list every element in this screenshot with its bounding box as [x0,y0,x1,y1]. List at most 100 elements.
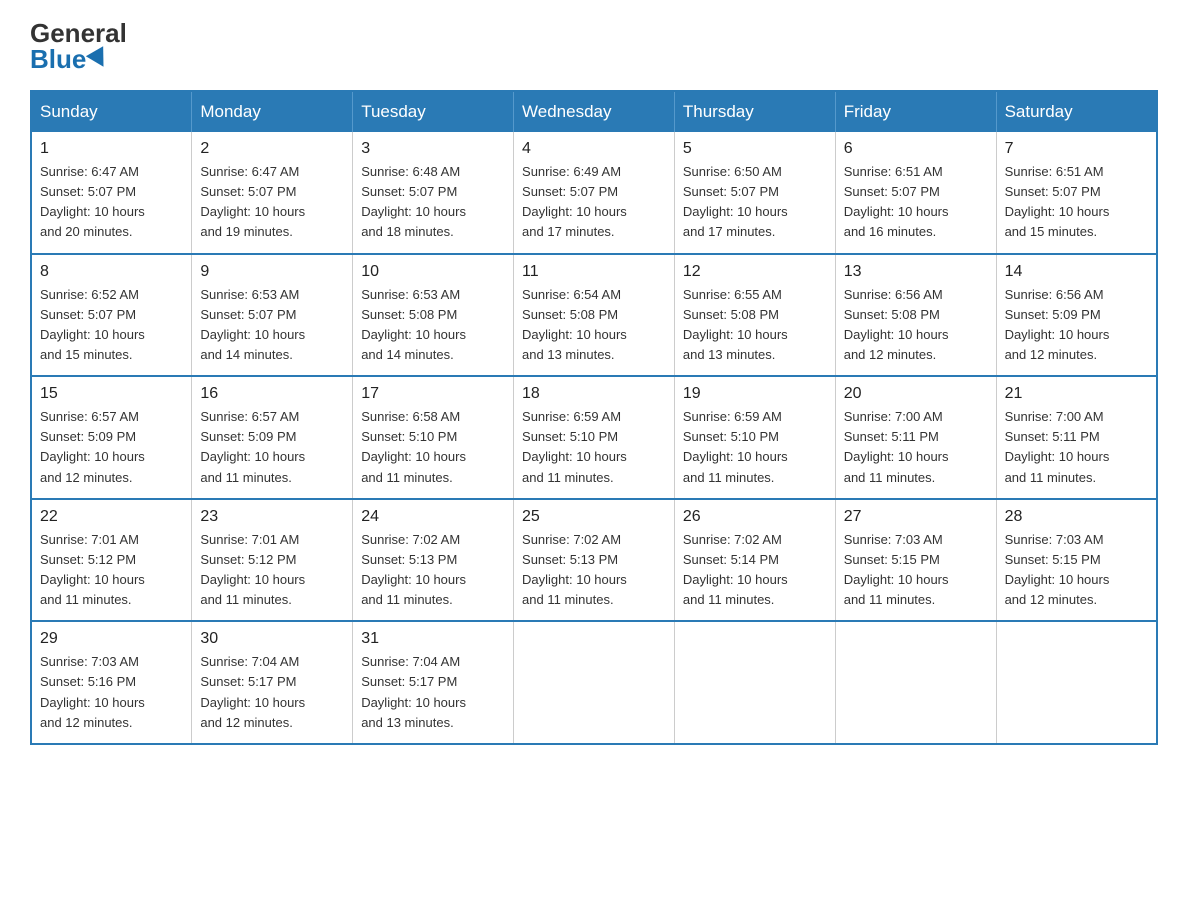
day-number: 31 [361,630,505,648]
page-header: General Blue [30,20,1158,72]
day-number: 20 [844,385,988,403]
calendar-cell: 20 Sunrise: 7:00 AMSunset: 5:11 PMDayligh… [835,376,996,499]
day-info: Sunrise: 7:00 AMSunset: 5:11 PMDaylight:… [844,407,988,488]
calendar-header-row: SundayMondayTuesdayWednesdayThursdayFrid… [31,91,1157,132]
calendar-cell: 11 Sunrise: 6:54 AMSunset: 5:08 PMDayligh… [514,254,675,377]
header-wednesday: Wednesday [514,91,675,132]
calendar-cell: 7Sunrise: 6:51 AMSunset: 5:07 PMDaylight… [996,132,1157,254]
calendar-cell: 22 Sunrise: 7:01 AMSunset: 5:12 PMDayligh… [31,499,192,622]
calendar-cell: 24 Sunrise: 7:02 AMSunset: 5:13 PMDayligh… [353,499,514,622]
day-number: 12 [683,263,827,281]
day-info: Sunrise: 7:04 AMSunset: 5:17 PMDaylight:… [200,652,344,733]
calendar-cell: 23 Sunrise: 7:01 AMSunset: 5:12 PMDayligh… [192,499,353,622]
calendar-cell: 2 Sunrise: 6:47 AMSunset: 5:07 PMDaylight… [192,132,353,254]
day-info: Sunrise: 6:54 AMSunset: 5:08 PMDaylight:… [522,285,666,366]
calendar-cell [996,621,1157,744]
day-info: Sunrise: 6:56 AMSunset: 5:08 PMDaylight:… [844,285,988,366]
day-info: Sunrise: 7:03 AMSunset: 5:15 PMDaylight:… [844,530,988,611]
day-number: 16 [200,385,344,403]
logo-blue-text: Blue [30,46,109,72]
day-info: Sunrise: 6:48 AMSunset: 5:07 PMDaylight:… [361,162,505,243]
day-number: 15 [40,385,183,403]
day-info: Sunrise: 7:00 AMSunset: 5:11 PMDaylight:… [1005,407,1148,488]
day-number: 24 [361,508,505,526]
day-info: Sunrise: 6:58 AMSunset: 5:10 PMDaylight:… [361,407,505,488]
day-number: 19 [683,385,827,403]
day-number: 14 [1005,263,1148,281]
calendar-cell: 14 Sunrise: 6:56 AMSunset: 5:09 PMDayligh… [996,254,1157,377]
calendar-cell [514,621,675,744]
day-info: Sunrise: 6:47 AMSunset: 5:07 PMDaylight:… [40,162,183,243]
calendar-cell: 9 Sunrise: 6:53 AMSunset: 5:07 PMDaylight… [192,254,353,377]
calendar-cell: 18Sunrise: 6:59 AMSunset: 5:10 PMDayligh… [514,376,675,499]
day-info: Sunrise: 7:01 AMSunset: 5:12 PMDaylight:… [200,530,344,611]
calendar-week-row: 1 Sunrise: 6:47 AMSunset: 5:07 PMDaylight… [31,132,1157,254]
day-number: 6 [844,140,988,158]
header-friday: Friday [835,91,996,132]
calendar-week-row: 29Sunrise: 7:03 AMSunset: 5:16 PMDayligh… [31,621,1157,744]
day-info: Sunrise: 7:01 AMSunset: 5:12 PMDaylight:… [40,530,183,611]
day-info: Sunrise: 6:53 AMSunset: 5:08 PMDaylight:… [361,285,505,366]
calendar-cell: 29Sunrise: 7:03 AMSunset: 5:16 PMDayligh… [31,621,192,744]
day-number: 22 [40,508,183,526]
day-info: Sunrise: 7:04 AMSunset: 5:17 PMDaylight:… [361,652,505,733]
day-number: 10 [361,263,505,281]
calendar-table: SundayMondayTuesdayWednesdayThursdayFrid… [30,90,1158,745]
day-number: 2 [200,140,344,158]
day-info: Sunrise: 6:59 AMSunset: 5:10 PMDaylight:… [522,407,666,488]
calendar-cell: 30 Sunrise: 7:04 AMSunset: 5:17 PMDayligh… [192,621,353,744]
day-number: 4 [522,140,666,158]
day-info: Sunrise: 7:02 AMSunset: 5:13 PMDaylight:… [522,530,666,611]
calendar-week-row: 15 Sunrise: 6:57 AMSunset: 5:09 PMDayligh… [31,376,1157,499]
day-number: 5 [683,140,827,158]
calendar-cell [835,621,996,744]
day-number: 21 [1005,385,1148,403]
day-info: Sunrise: 6:56 AMSunset: 5:09 PMDaylight:… [1005,285,1148,366]
day-info: Sunrise: 6:51 AMSunset: 5:07 PMDaylight:… [844,162,988,243]
calendar-cell: 4 Sunrise: 6:49 AMSunset: 5:07 PMDaylight… [514,132,675,254]
calendar-cell: 25 Sunrise: 7:02 AMSunset: 5:13 PMDayligh… [514,499,675,622]
calendar-cell: 3 Sunrise: 6:48 AMSunset: 5:07 PMDaylight… [353,132,514,254]
day-number: 3 [361,140,505,158]
calendar-cell: 31 Sunrise: 7:04 AMSunset: 5:17 PMDayligh… [353,621,514,744]
calendar-cell: 26Sunrise: 7:02 AMSunset: 5:14 PMDayligh… [674,499,835,622]
day-number: 1 [40,140,183,158]
day-number: 23 [200,508,344,526]
day-info: Sunrise: 6:52 AMSunset: 5:07 PMDaylight:… [40,285,183,366]
day-number: 30 [200,630,344,648]
calendar-cell: 5Sunrise: 6:50 AMSunset: 5:07 PMDaylight… [674,132,835,254]
day-number: 26 [683,508,827,526]
calendar-cell: 15 Sunrise: 6:57 AMSunset: 5:09 PMDayligh… [31,376,192,499]
day-info: Sunrise: 6:57 AMSunset: 5:09 PMDaylight:… [40,407,183,488]
day-number: 17 [361,385,505,403]
calendar-cell: 13Sunrise: 6:56 AMSunset: 5:08 PMDayligh… [835,254,996,377]
calendar-cell [674,621,835,744]
day-number: 25 [522,508,666,526]
day-info: Sunrise: 6:47 AMSunset: 5:07 PMDaylight:… [200,162,344,243]
day-number: 29 [40,630,183,648]
header-sunday: Sunday [31,91,192,132]
day-info: Sunrise: 6:55 AMSunset: 5:08 PMDaylight:… [683,285,827,366]
calendar-cell: 17 Sunrise: 6:58 AMSunset: 5:10 PMDayligh… [353,376,514,499]
header-monday: Monday [192,91,353,132]
header-thursday: Thursday [674,91,835,132]
calendar-cell: 28Sunrise: 7:03 AMSunset: 5:15 PMDayligh… [996,499,1157,622]
day-info: Sunrise: 6:57 AMSunset: 5:09 PMDaylight:… [200,407,344,488]
day-info: Sunrise: 7:02 AMSunset: 5:13 PMDaylight:… [361,530,505,611]
logo: General Blue [30,20,127,72]
day-info: Sunrise: 6:49 AMSunset: 5:07 PMDaylight:… [522,162,666,243]
logo-triangle-icon [86,46,112,72]
day-info: Sunrise: 6:59 AMSunset: 5:10 PMDaylight:… [683,407,827,488]
logo-general-text: General [30,20,127,46]
day-number: 27 [844,508,988,526]
day-number: 28 [1005,508,1148,526]
day-number: 7 [1005,140,1148,158]
calendar-cell: 1 Sunrise: 6:47 AMSunset: 5:07 PMDaylight… [31,132,192,254]
calendar-cell: 16 Sunrise: 6:57 AMSunset: 5:09 PMDayligh… [192,376,353,499]
day-number: 11 [522,263,666,281]
calendar-cell: 8Sunrise: 6:52 AMSunset: 5:07 PMDaylight… [31,254,192,377]
day-number: 9 [200,263,344,281]
day-info: Sunrise: 6:53 AMSunset: 5:07 PMDaylight:… [200,285,344,366]
calendar-cell: 10 Sunrise: 6:53 AMSunset: 5:08 PMDayligh… [353,254,514,377]
calendar-week-row: 22 Sunrise: 7:01 AMSunset: 5:12 PMDayligh… [31,499,1157,622]
